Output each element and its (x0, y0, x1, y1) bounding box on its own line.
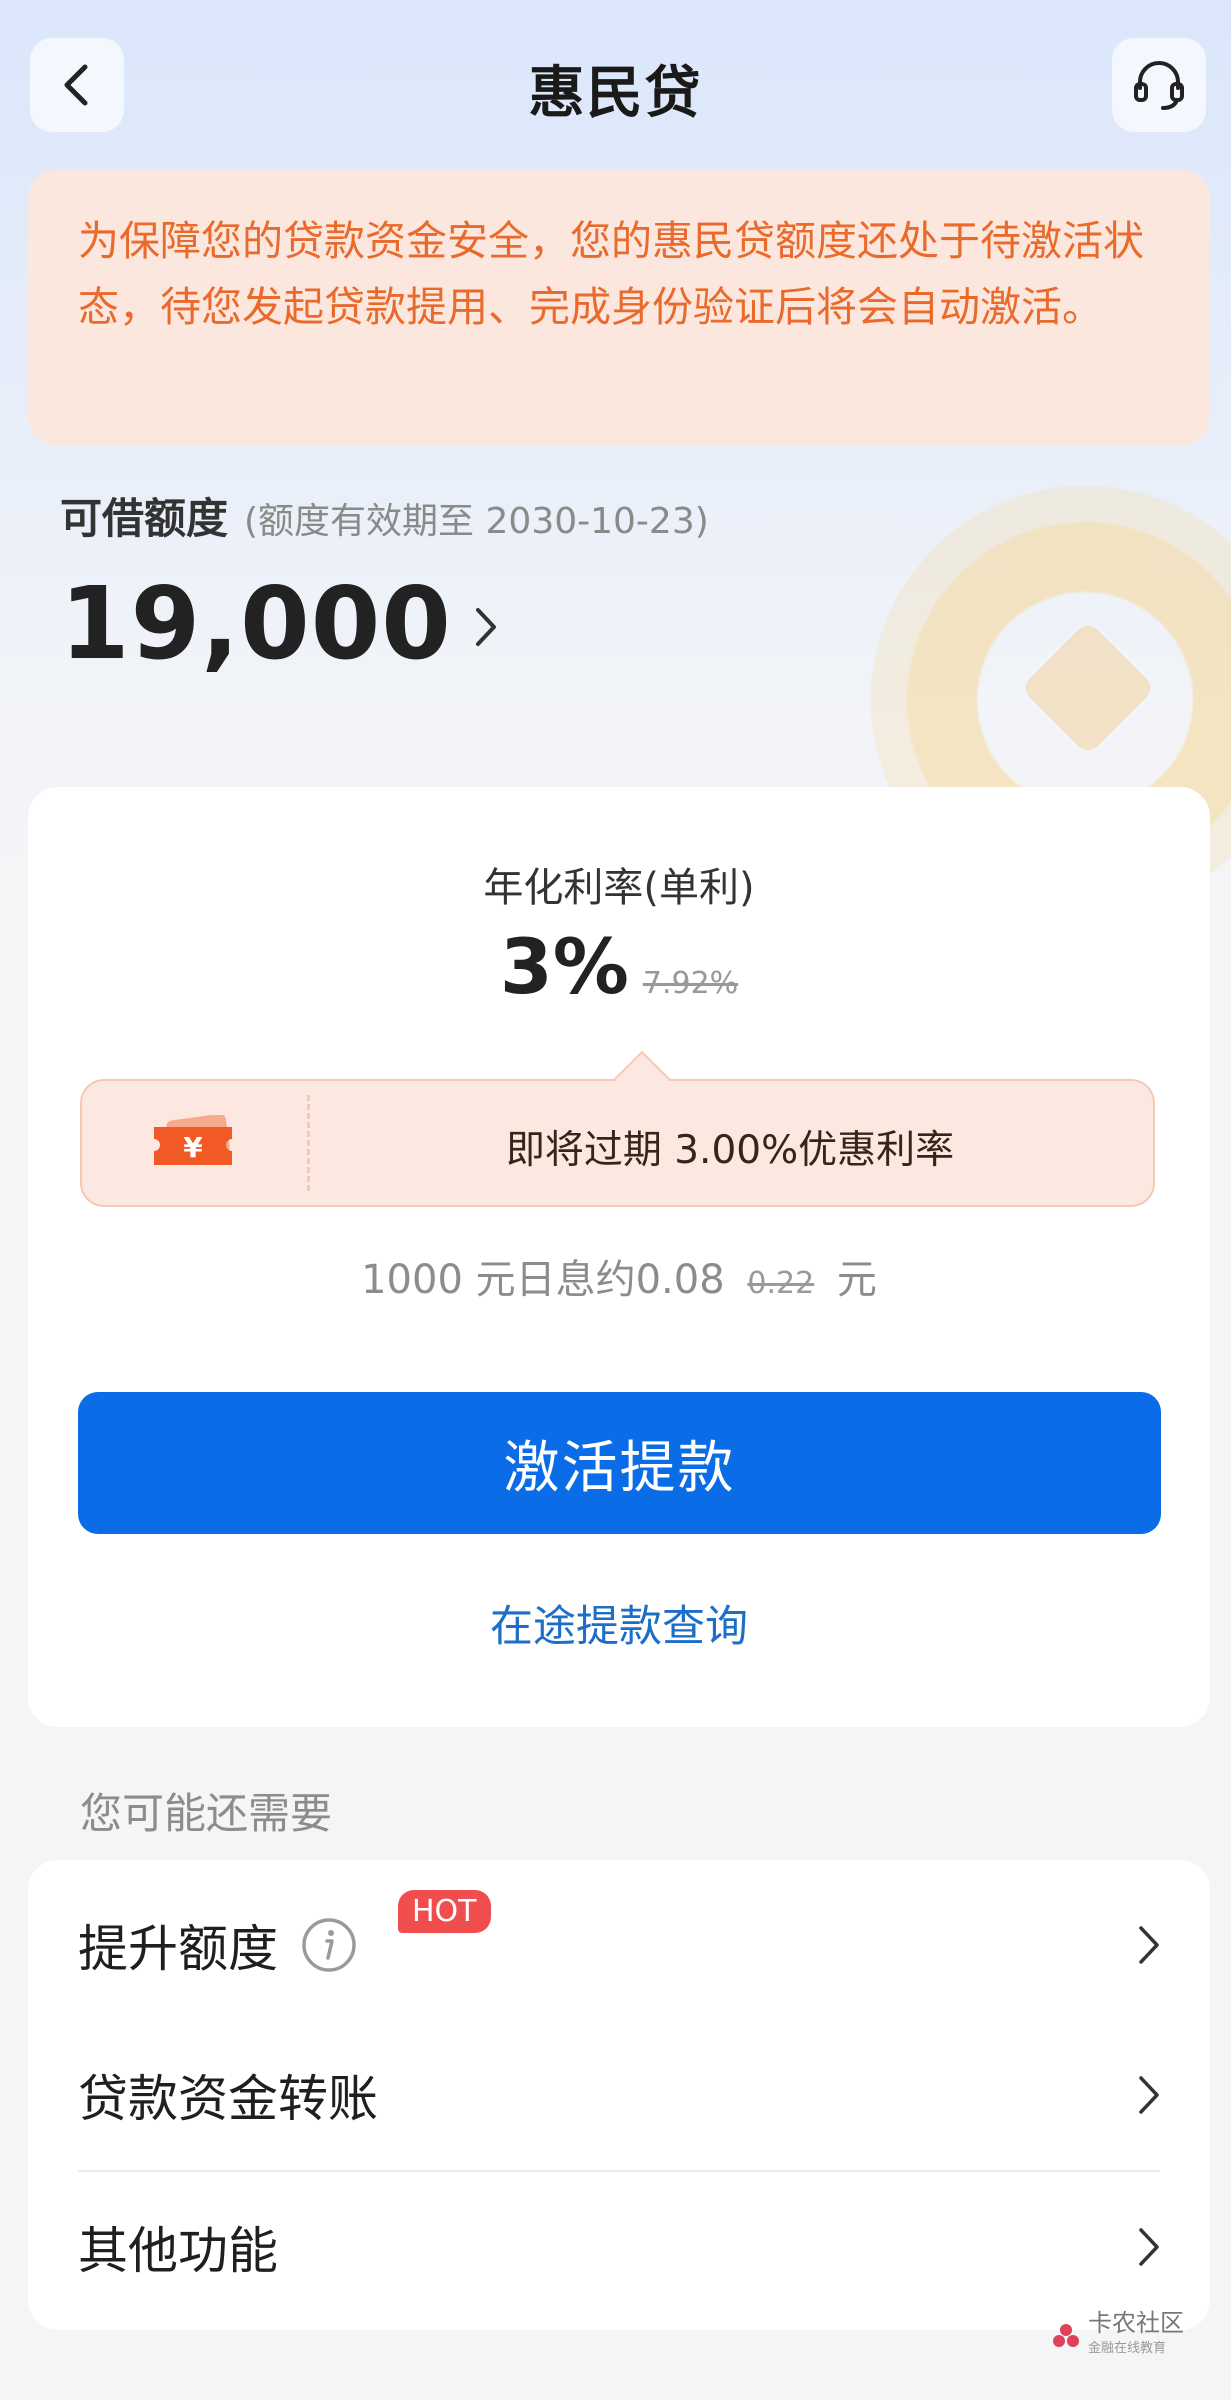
chevron-right-icon (1139, 2076, 1159, 2114)
rate-row: 3% 7.92% (28, 922, 1210, 1011)
activation-notice: 为保障您的贷款资金安全，您的惠民贷额度还处于待激活状态，待您发起贷款提用、完成身… (28, 170, 1210, 445)
interest-prefix: 1000 元日息约0.08 (361, 1257, 725, 1303)
daily-interest: 1000 元日息约0.08 0.22 元 (28, 1247, 1210, 1305)
list-item-label: 其他功能 (78, 2222, 278, 2280)
activate-withdraw-button[interactable]: 激活提款 (78, 1392, 1161, 1534)
rate-original: 7.92% (642, 966, 739, 1001)
watermark-logo-icon (1053, 2324, 1079, 2347)
list-item-label: 提升额度 (78, 1920, 278, 1978)
interest-original: 0.22 (747, 1266, 815, 1301)
credit-amount-row[interactable]: 19,000 (60, 565, 500, 682)
more-list: 提升额度 HOT 贷款资金转账 其他功能 (28, 1860, 1210, 2330)
list-item-other[interactable]: 其他功能 (28, 2172, 1210, 2322)
watermark: 卡农社区 金融在线教育 (1050, 2310, 1184, 2362)
watermark-text: 卡农社区 金融在线教育 (1088, 2309, 1184, 2356)
info-icon[interactable] (300, 1916, 358, 1974)
hot-badge: HOT (398, 1890, 491, 1933)
rate-value: 3% (499, 922, 629, 1011)
bottom-cutoff-text (480, 2375, 730, 2400)
more-section-heading: 您可能还需要 (80, 1789, 333, 1838)
coupon-ticket-icon: ¥ (150, 1113, 236, 1173)
credit-amount: 19,000 (60, 565, 452, 682)
rate-title: 年化利率(单利) (483, 865, 755, 911)
chevron-right-icon (1139, 2228, 1159, 2266)
rate-coupon[interactable]: ¥ 即将过期 3.00%优惠利率 (80, 1050, 1155, 1207)
loan-card: 年化利率(单利) 3% 7.92% ¥ 即将过期 3.00%优惠利率 1000 … (28, 787, 1210, 1727)
customer-service-button[interactable] (1112, 38, 1206, 132)
page-title: 惠民贷 (528, 61, 703, 126)
list-item-transfer[interactable]: 贷款资金转账 (28, 2020, 1210, 2170)
credit-label: 可借额度 (60, 494, 229, 543)
credit-validity: (额度有效期至 2030-10-23) (244, 501, 709, 542)
in-transit-query-link[interactable]: 在途提款查询 (28, 1592, 1210, 1654)
headset-icon (1134, 61, 1184, 110)
coupon-text: 即将过期 3.00%优惠利率 (505, 1128, 955, 1173)
chevron-right-icon (475, 607, 496, 646)
interest-suffix: 元 (836, 1257, 877, 1303)
list-item-label: 贷款资金转账 (78, 2070, 378, 2128)
list-item-raise-limit[interactable]: 提升额度 HOT (28, 1870, 1210, 2020)
credit-label-row: 可借额度 (额度有效期至 2030-10-23) (60, 485, 709, 546)
coupon-pointer (613, 1050, 671, 1108)
top-bar: 惠民贷 (0, 0, 1231, 170)
svg-text:¥: ¥ (183, 1131, 203, 1164)
chevron-right-icon (1139, 1926, 1159, 1964)
